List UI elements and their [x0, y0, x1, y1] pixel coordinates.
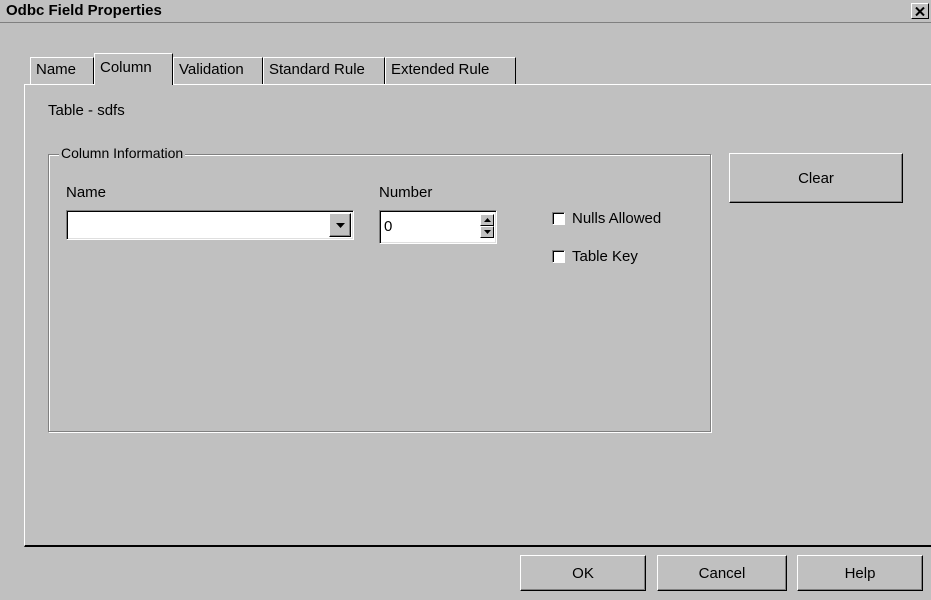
- name-label: Name: [66, 184, 107, 201]
- tab-standard-rule[interactable]: Standard Rule: [263, 57, 385, 84]
- number-label: Number: [379, 184, 433, 201]
- number-spinner[interactable]: 0: [379, 210, 497, 244]
- tab-standard-rule-label: Standard Rule: [269, 61, 365, 78]
- help-button[interactable]: Help: [797, 555, 923, 591]
- tab-column-label: Column: [100, 59, 152, 76]
- table-key-label: Table Key: [572, 248, 638, 265]
- close-button[interactable]: [911, 3, 929, 19]
- ok-button[interactable]: OK: [520, 555, 646, 591]
- spin-down-button[interactable]: [480, 226, 494, 238]
- nulls-allowed-option[interactable]: Nulls Allowed: [552, 210, 661, 227]
- group-label: Column Information: [59, 145, 186, 161]
- cancel-button[interactable]: Cancel: [657, 555, 787, 591]
- chevron-down-icon: [335, 222, 345, 228]
- close-icon: [915, 6, 925, 16]
- window-title: Odbc Field Properties: [6, 2, 162, 19]
- nulls-allowed-checkbox[interactable]: [552, 212, 565, 225]
- tab-extended-rule[interactable]: Extended Rule: [385, 57, 516, 84]
- help-button-label: Help: [844, 564, 876, 582]
- number-spin-buttons: [480, 214, 494, 238]
- spin-up-button[interactable]: [480, 214, 494, 226]
- nulls-allowed-label: Nulls Allowed: [572, 210, 662, 227]
- tab-extended-rule-label: Extended Rule: [391, 61, 490, 78]
- spin-down-icon: [483, 230, 491, 234]
- ok-button-label: OK: [572, 564, 594, 582]
- number-value: 0: [384, 218, 393, 235]
- name-combobox[interactable]: [66, 210, 354, 240]
- table-label: Table - sdfs: [48, 102, 125, 119]
- table-key-checkbox[interactable]: [552, 250, 565, 263]
- tab-name-label: Name: [36, 61, 77, 78]
- tab-validation-label: Validation: [179, 61, 244, 78]
- spin-up-icon: [483, 218, 491, 222]
- table-key-option[interactable]: Table Key: [552, 248, 638, 265]
- tab-validation[interactable]: Validation: [173, 57, 263, 84]
- cancel-button-label: Cancel: [698, 564, 746, 582]
- clear-button[interactable]: Clear: [729, 153, 903, 203]
- clear-button-label: Clear: [798, 169, 834, 187]
- tab-name[interactable]: Name: [30, 57, 94, 84]
- tab-column[interactable]: Column: [94, 53, 173, 85]
- name-dropdown-button[interactable]: [329, 213, 351, 237]
- title-bar: Odbc Field Properties: [0, 0, 931, 23]
